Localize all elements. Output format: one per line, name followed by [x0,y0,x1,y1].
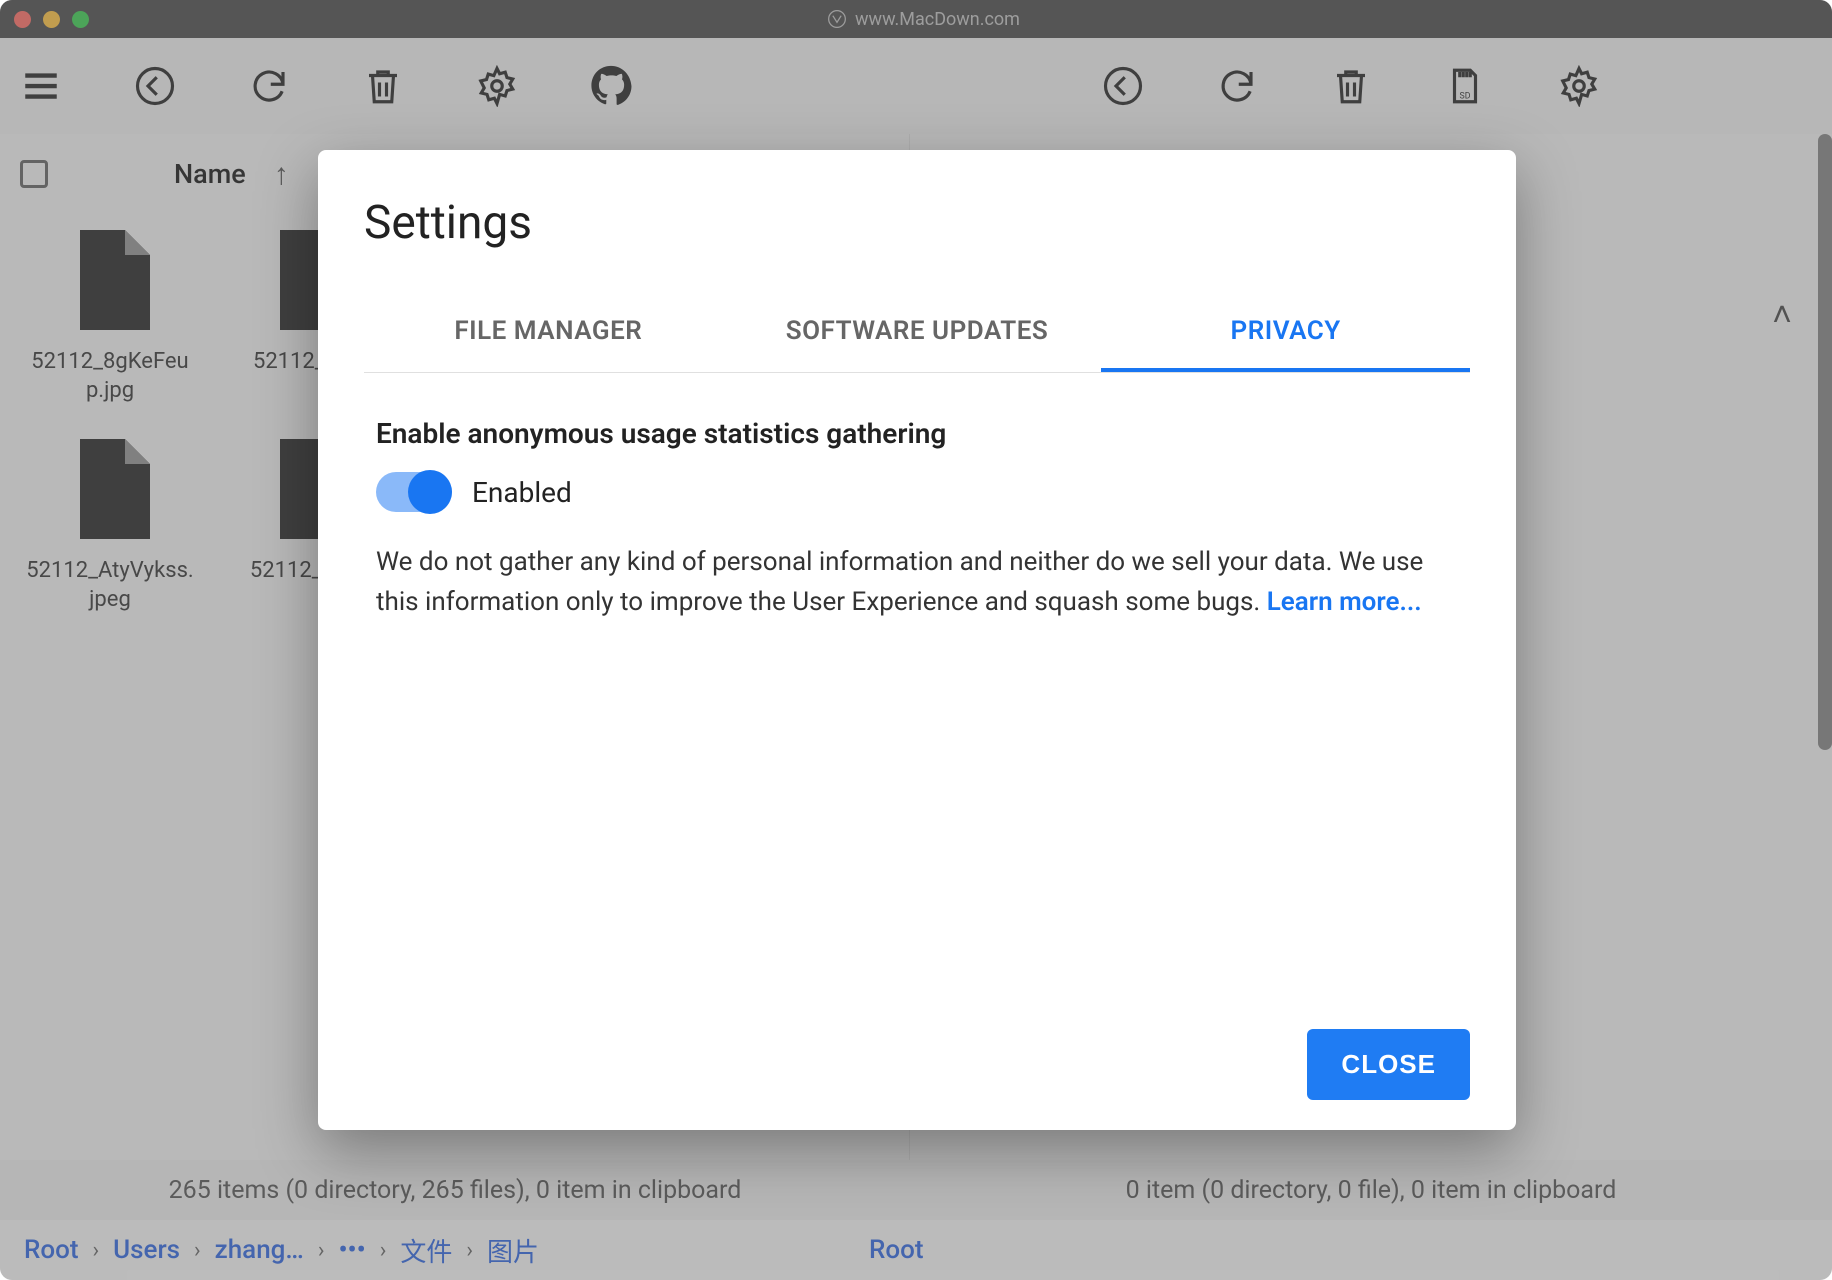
breadcrumb-separator: › [93,1238,100,1263]
breadcrumb-segment[interactable]: zhang… [215,1235,304,1265]
file-name: 52112_AtyVykss.jpeg [25,557,195,614]
scrollbar[interactable] [1818,134,1832,750]
breadcrumb-bar: Root › Users › zhang… › ••• › 文件 › 图片 Root [0,1220,1832,1280]
logo-icon [827,9,847,29]
titlebar: www.MacDown.com [0,0,1832,38]
delete-button-left[interactable] [362,65,404,107]
maximize-window-button[interactable] [72,11,89,28]
toggle-label: Enabled [472,476,572,509]
window-controls [14,11,89,28]
file-name: 52112_8gKeFeup.jpg [25,348,195,405]
title-url: www.MacDown.com [855,9,1020,30]
breadcrumb-segment[interactable]: Users [113,1235,180,1265]
svg-text:SD: SD [1460,91,1471,101]
column-name[interactable]: Name [174,158,246,190]
menu-button[interactable] [20,65,62,107]
close-button[interactable]: CLOSE [1307,1029,1470,1100]
sdcard-button[interactable]: SD [1444,65,1486,107]
sort-arrow-icon[interactable]: ↑ [274,157,289,192]
minimize-window-button[interactable] [43,11,60,28]
github-button[interactable] [590,65,632,107]
breadcrumb-separator: › [380,1238,387,1263]
refresh-button-right[interactable] [1216,65,1258,107]
breadcrumb-segment[interactable]: Root [24,1235,79,1265]
breadcrumb-segment[interactable]: 文件 [400,1232,452,1269]
settings-dialog: Settings FILE MANAGERSOFTWARE UPDATESPRI… [318,150,1516,1130]
back-button-right[interactable] [1102,65,1144,107]
chevron-up-icon: ˄ [1772,295,1792,335]
back-button-left[interactable] [134,65,176,107]
tab-file-manager[interactable]: FILE MANAGER [364,294,733,372]
title-text: www.MacDown.com [89,9,1758,30]
toolbar: SD [0,38,1832,134]
settings-button-left[interactable] [476,65,518,107]
status-bar: 265 items (0 directory, 265 files), 0 it… [0,1160,1832,1220]
setting-title: Enable anonymous usage statistics gather… [376,417,1458,450]
breadcrumb-separator: › [466,1238,473,1263]
breadcrumb-segment[interactable]: ••• [338,1235,365,1265]
refresh-button-left[interactable] [248,65,290,107]
breadcrumbs-left: Root › Users › zhang… › ••• › 文件 › 图片 [24,1232,539,1269]
file-item[interactable]: 52112_AtyVykss.jpeg [20,429,200,614]
anonymous-stats-toggle[interactable] [376,472,452,512]
file-item[interactable]: 52112_8gKeFeup.jpg [20,220,200,405]
file-icon [50,220,170,340]
tab-privacy[interactable]: PRIVACY [1101,294,1470,372]
app-window: www.MacDown.com SD [0,0,1832,1280]
setting-description: We do not gather any kind of personal in… [376,542,1426,623]
dialog-title: Settings [364,196,1470,250]
breadcrumb-separator: › [318,1238,325,1263]
settings-tabs: FILE MANAGERSOFTWARE UPDATESPRIVACY [364,294,1470,373]
breadcrumb-segment[interactable]: 图片 [487,1232,539,1269]
settings-button-right[interactable] [1558,65,1600,107]
privacy-setting: Enable anonymous usage statistics gather… [364,417,1470,623]
breadcrumb-segment[interactable]: Root [869,1235,924,1265]
select-all-checkbox[interactable] [20,160,48,188]
breadcrumb-separator: › [194,1238,201,1263]
tab-software-updates[interactable]: SOFTWARE UPDATES [733,294,1102,372]
breadcrumbs-right: Root [869,1235,924,1265]
learn-more-link[interactable]: Learn more... [1267,587,1422,617]
status-left: 265 items (0 directory, 265 files), 0 it… [0,1176,910,1205]
close-window-button[interactable] [14,11,31,28]
file-icon [50,429,170,549]
status-right: 0 item (0 directory, 0 file), 0 item in … [910,1176,1832,1205]
delete-button-right[interactable] [1330,65,1372,107]
